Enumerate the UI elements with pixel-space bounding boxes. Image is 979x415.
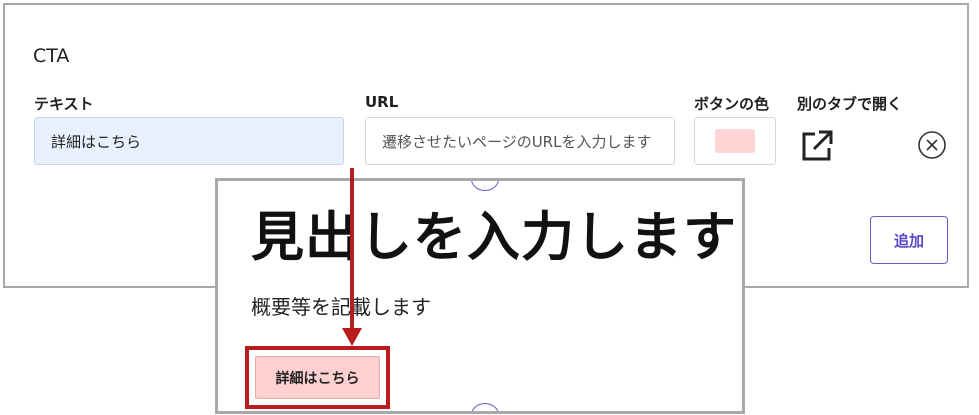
color-swatch[interactable] (715, 129, 755, 153)
button-color-label: ボタンの色 (694, 95, 770, 113)
cta-text-input[interactable]: 詳細はこちら (34, 117, 344, 165)
annotation-arrow-icon (342, 168, 362, 346)
url-field-label: URL (365, 93, 399, 111)
preview-heading: 見出しを入力します (251, 207, 737, 268)
add-button[interactable]: 追加 (870, 216, 948, 264)
preview-cta-button[interactable]: 詳細はこちら (255, 356, 380, 399)
resize-handle-top[interactable] (471, 181, 499, 191)
new-tab-label: 別のタブで開く (797, 95, 903, 113)
button-color-picker[interactable] (694, 117, 776, 165)
external-link-icon[interactable] (800, 129, 834, 163)
cta-highlight-frame: 詳細はこちら (245, 346, 390, 409)
url-input[interactable]: 遷移させたいページのURLを入力します (365, 117, 675, 165)
resize-handle-bottom[interactable] (471, 403, 499, 411)
close-circle-icon[interactable] (917, 130, 947, 160)
preview-card: 見出しを入力します 概要等を記載します 詳細はこちら (215, 178, 745, 414)
text-field-label: テキスト (34, 95, 94, 113)
panel-title: CTA (33, 45, 70, 67)
